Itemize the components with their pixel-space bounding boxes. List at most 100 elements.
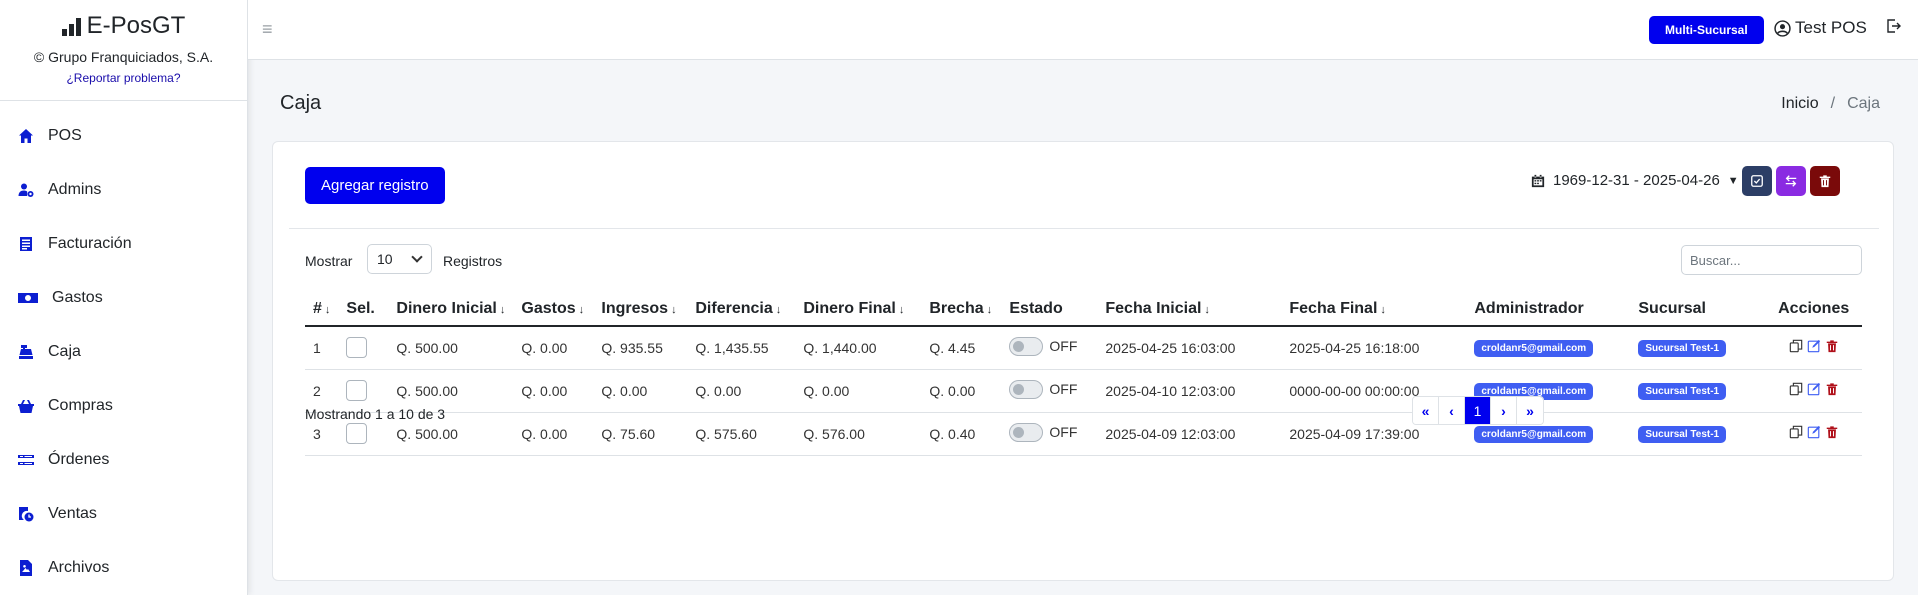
trash-icon[interactable] <box>1825 339 1839 353</box>
sort-icon: ↓ <box>1204 303 1210 316</box>
sidebar-item-ordenes[interactable]: Órdenes <box>0 433 247 487</box>
state-label: OFF <box>1049 381 1078 397</box>
sidebar-item-label: Gastos <box>52 289 103 306</box>
chevron-down-icon <box>411 251 423 263</box>
cell-expenses: Q. 0.00 <box>513 326 594 370</box>
trash-icon[interactable] <box>1825 382 1839 396</box>
row-checkbox[interactable] <box>346 337 368 359</box>
page-1-button[interactable]: 1 <box>1465 397 1491 424</box>
state-toggle[interactable]: OFF <box>1009 379 1078 399</box>
report-problem-link[interactable]: ¿Reportar problema? <box>66 71 180 85</box>
basket-icon <box>18 398 34 414</box>
copy-icon[interactable] <box>1789 382 1803 396</box>
row-checkbox[interactable] <box>346 423 368 444</box>
cell-final: Q. 0.00 <box>795 369 922 413</box>
row-checkbox[interactable] <box>346 380 368 401</box>
sidebar-item-label: Admins <box>48 181 102 198</box>
sidebar-item-gastos[interactable]: Gastos <box>0 271 247 325</box>
cell-final: Q. 1,440.00 <box>795 326 922 370</box>
copy-icon[interactable] <box>1789 425 1803 439</box>
prev-page-button[interactable]: ‹ <box>1439 397 1465 424</box>
breadcrumb-separator: / <box>1830 95 1836 112</box>
col-final[interactable]: Dinero Final ↓ <box>795 292 922 327</box>
caret-down-icon: ▼ <box>1727 174 1739 187</box>
calendar-icon <box>1531 174 1545 187</box>
sidebar-item-label: Compras <box>48 397 113 414</box>
cash-table: # ↓ Sel. Dinero Inicial ↓ Gastos ↓ Ingresos… <box>305 292 1862 456</box>
branch-badge: Sucursal Test-1 <box>1638 383 1727 400</box>
sidebar-item-archivos[interactable]: Archivos <box>0 541 247 595</box>
multi-branch-button[interactable]: Multi-Sucursal <box>1649 16 1764 44</box>
logout-icon[interactable] <box>1886 18 1902 39</box>
col-income[interactable]: Ingresos ↓ <box>593 292 688 327</box>
state-toggle[interactable]: OFF <box>1009 336 1077 356</box>
sidebar-item-label: Ventas <box>48 505 97 522</box>
page-size-select[interactable]: 10 <box>367 244 432 274</box>
sidebar-item-facturacion[interactable]: Facturación <box>0 217 247 271</box>
cell-expenses: Q. 0.00 <box>513 412 594 456</box>
cell-start-date: 2025-04-10 12:03:00 <box>1097 369 1282 413</box>
sidebar-item-admins[interactable]: Admins <box>0 163 247 217</box>
page-title: Caja <box>280 92 322 114</box>
search-input[interactable] <box>1681 245 1862 275</box>
sidebar-item-caja[interactable]: Caja <box>0 325 247 379</box>
divider <box>289 228 1879 229</box>
edit-icon[interactable] <box>1807 339 1821 353</box>
transfer-button[interactable] <box>1776 166 1806 196</box>
sidebar-item-label: Archivos <box>48 559 110 576</box>
breadcrumb: Inicio / Caja <box>1781 95 1880 113</box>
cell-start-date: 2025-04-25 16:03:00 <box>1097 326 1282 370</box>
sort-icon: ↓ <box>324 303 331 316</box>
cell-difference: Q. 0.00 <box>687 369 796 413</box>
col-gap[interactable]: Brecha ↓ <box>921 292 1002 327</box>
cell-gap: Q. 0.00 <box>921 369 1002 413</box>
date-range-picker[interactable]: 1969-12-31 - 2025-04-26 ▼ <box>1531 172 1739 189</box>
user-gear-icon <box>18 182 34 198</box>
sort-icon: ↓ <box>898 303 905 316</box>
col-difference[interactable]: Diferencia ↓ <box>687 292 796 327</box>
toggle-switch <box>1009 336 1044 356</box>
home-icon <box>18 128 34 144</box>
col-initial[interactable]: Dinero Inicial ↓ <box>388 292 514 327</box>
brand-title[interactable]: E-PosGT <box>0 12 247 40</box>
col-select: Sel. <box>338 292 389 327</box>
branch-badge: Sucursal Test-1 <box>1638 426 1727 443</box>
cell-expenses: Q. 0.00 <box>513 369 594 413</box>
first-page-button[interactable]: « <box>1413 397 1439 424</box>
page-size-value: 10 <box>377 251 393 267</box>
edit-icon[interactable] <box>1807 425 1821 439</box>
cell-difference: Q. 1,435.55 <box>687 326 796 370</box>
sidebar: E-PosGT © Grupo Franquiciados, S.A. ¿Rep… <box>0 0 248 595</box>
sidebar-item-ventas[interactable]: Ventas <box>0 487 247 541</box>
col-start-date[interactable]: Fecha Inicial ↓ <box>1097 292 1282 327</box>
add-record-button[interactable]: Agregar registro <box>305 167 445 204</box>
sidebar-item-pos[interactable]: POS <box>0 109 247 163</box>
trash-icon[interactable] <box>1825 425 1839 439</box>
branch-badge: Sucursal Test-1 <box>1638 340 1727 358</box>
last-page-button[interactable]: » <box>1517 397 1543 424</box>
pagination: « ‹ 1 › » <box>1412 396 1544 425</box>
col-number[interactable]: # ↓ <box>305 292 339 327</box>
select-all-button[interactable] <box>1742 166 1772 196</box>
user-menu[interactable]: Test POS <box>1774 18 1867 38</box>
state-label: OFF <box>1049 424 1078 440</box>
cell-income: Q. 75.60 <box>593 412 688 456</box>
sidebar-item-label: Facturación <box>48 235 132 252</box>
edit-icon[interactable] <box>1807 382 1821 396</box>
hamburger-menu-icon[interactable]: ≡ <box>262 19 273 40</box>
sidebar-item-label: Caja <box>48 343 81 360</box>
sidebar-item-compras[interactable]: Compras <box>0 379 247 433</box>
next-page-button[interactable]: › <box>1491 397 1517 424</box>
sort-icon: ↓ <box>499 303 506 316</box>
cash-register-icon <box>18 344 34 360</box>
breadcrumb-home[interactable]: Inicio <box>1781 95 1818 112</box>
records-label: Registros <box>443 253 503 269</box>
col-expenses[interactable]: Gastos ↓ <box>513 292 594 327</box>
sales-icon <box>18 506 34 522</box>
showing-info: Mostrando 1 a 10 de 3 <box>305 406 446 422</box>
delete-selected-button[interactable] <box>1810 166 1840 196</box>
state-toggle[interactable]: OFF <box>1009 422 1078 442</box>
checkbox-icon <box>1751 175 1763 187</box>
col-end-date[interactable]: Fecha Final ↓ <box>1281 292 1467 327</box>
copy-icon[interactable] <box>1789 339 1803 353</box>
